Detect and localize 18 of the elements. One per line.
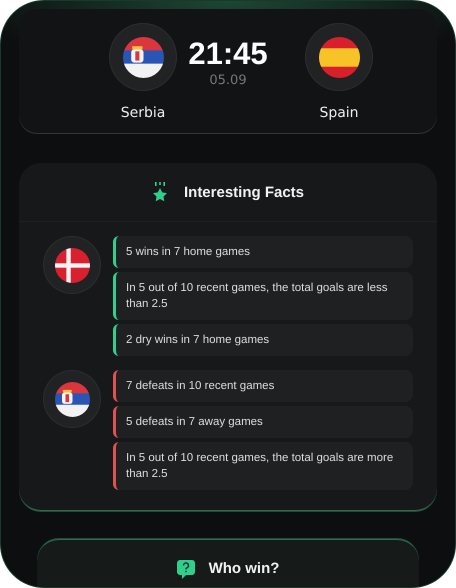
fact-item: 5 wins in 7 home games xyxy=(113,236,413,268)
star-icon xyxy=(152,182,168,202)
flag-icon xyxy=(122,36,164,78)
fact-item: 7 defeats in 10 recent games xyxy=(113,370,413,402)
fact-item: 5 defeats in 7 away games xyxy=(113,406,413,438)
fact-item: In 5 out of 10 recent games, the total goals are less than 2.5 xyxy=(113,272,413,320)
fact-item: In 5 out of 10 recent games, the total goals are more than 2.5 xyxy=(113,442,413,490)
flag-icon xyxy=(54,382,90,416)
question-bubble-icon xyxy=(176,560,195,580)
team-name: Serbia xyxy=(120,105,166,121)
section-title: Who win? xyxy=(208,560,280,577)
match-time: 21:45 xyxy=(188,37,268,71)
fact-item: 2 dry wins in 7 home games xyxy=(113,324,413,356)
flag-icon xyxy=(318,36,360,78)
section-title: Interesting Facts xyxy=(184,184,304,200)
flag-icon xyxy=(54,248,90,282)
match-date: 05.09 xyxy=(209,73,247,88)
team-name: Spain xyxy=(319,105,359,121)
